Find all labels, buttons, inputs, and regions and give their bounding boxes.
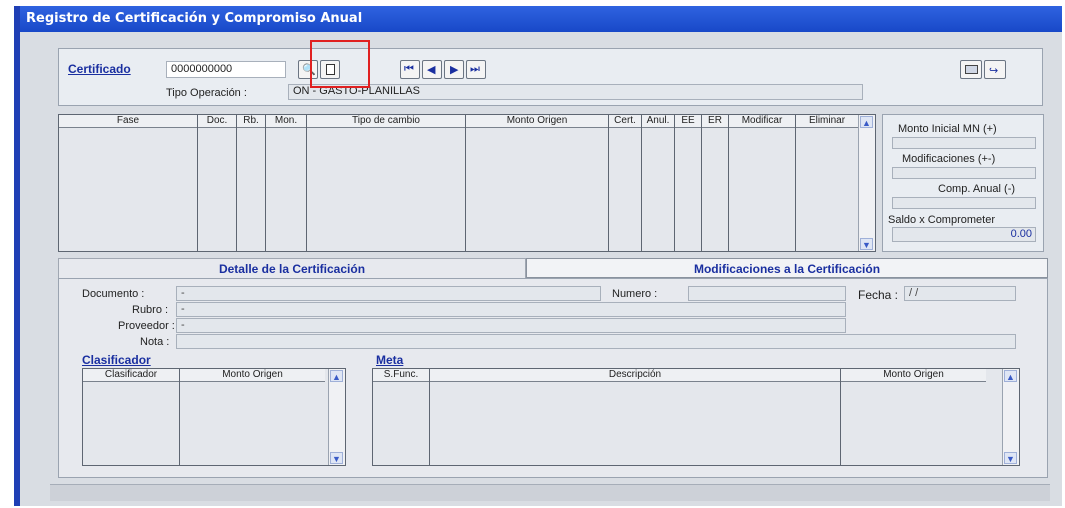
documento-label: Documento : [82, 288, 145, 300]
nota-label: Nota : [140, 336, 170, 348]
tipo-operacion-label: Tipo Operación : [166, 87, 247, 99]
last-record-icon: ⏭ [470, 63, 480, 75]
column-header: ER [702, 115, 728, 128]
rubro-field: - [176, 302, 846, 317]
column-header: Mon. [266, 115, 306, 128]
main-grid[interactable]: Fase Doc. Rb. Mon. Tipo de cambio Monto … [58, 114, 876, 252]
last-record-button[interactable]: ⏭ [466, 60, 486, 79]
column-header: S.Func. [373, 369, 429, 382]
meta-scrollbar[interactable]: ▲ ▼ [1002, 369, 1019, 465]
modificaciones-label: Modificaciones (+-) [902, 153, 996, 165]
clasificador-grid[interactable]: Clasificador Monto Origen ▲ ▼ [82, 368, 346, 466]
tab-modificaciones[interactable]: Modificaciones a la Certificación [526, 258, 1048, 278]
column-header: Monto Origen [841, 369, 986, 382]
certificado-link[interactable]: Certificado [68, 62, 131, 76]
column-header: Doc. [198, 115, 236, 128]
window-title: Registro de Certificación y Compromiso A… [26, 11, 363, 26]
saldo-field: 0.00 [892, 227, 1036, 242]
title-bar: Registro de Certificación y Compromiso A… [20, 6, 1062, 32]
rubro-label: Rubro : [132, 304, 169, 316]
comp-anual-label: Comp. Anual (-) [938, 183, 1016, 195]
comp-anual-field [892, 197, 1036, 209]
scroll-down-icon[interactable]: ▼ [330, 452, 343, 464]
monto-inicial-label: Monto Inicial MN (+) [898, 123, 997, 135]
meta-title[interactable]: Meta [376, 353, 403, 367]
column-header: EE [675, 115, 701, 128]
previous-record-button[interactable]: ◀ [422, 60, 442, 79]
meta-grid[interactable]: S.Func. Descripción Monto Origen ▲ ▼ [372, 368, 1020, 466]
column-header: Eliminar [796, 115, 858, 128]
numero-field [688, 286, 846, 301]
column-header: Monto Origen [180, 369, 325, 382]
scroll-down-icon[interactable]: ▼ [860, 238, 873, 250]
column-header: Cert. [609, 115, 641, 128]
column-header: Anul. [642, 115, 674, 128]
column-header: Tipo de cambio [307, 115, 465, 128]
monto-inicial-field [892, 137, 1036, 149]
numero-label: Numero : [612, 288, 658, 300]
report-icon [965, 65, 978, 74]
previous-record-icon: ◀ [427, 64, 436, 76]
next-record-icon: ▶ [450, 64, 459, 76]
documento-field: - [176, 286, 601, 301]
next-record-button[interactable]: ▶ [444, 60, 464, 79]
fecha-label: Fecha : [858, 288, 899, 302]
first-record-button[interactable]: ⏮ [400, 60, 420, 79]
scroll-down-icon[interactable]: ▼ [1004, 452, 1017, 464]
exit-icon: ↪ [989, 65, 999, 77]
scroll-up-icon[interactable]: ▲ [1004, 370, 1017, 382]
main-grid-scrollbar[interactable]: ▲ ▼ [858, 115, 875, 251]
tipo-operacion-field: ON - GASTO-PLANILLAS [288, 84, 863, 100]
tab-detalle[interactable]: Detalle de la Certificación [58, 258, 526, 278]
first-record-icon: ⏮ [404, 63, 414, 75]
proveedor-label: Proveedor : [118, 320, 175, 332]
proveedor-field: - [176, 318, 846, 333]
status-bar [50, 484, 1050, 501]
tab-strip: Detalle de la Certificación Modificacion… [58, 258, 1048, 278]
app-window: Registro de Certificación y Compromiso A… [14, 6, 1062, 506]
column-header: Descripción [430, 369, 840, 382]
scroll-up-icon[interactable]: ▲ [330, 370, 343, 382]
column-header: Modificar [729, 115, 795, 128]
fecha-field[interactable]: / / [904, 286, 1016, 301]
clasificador-scrollbar[interactable]: ▲ ▼ [328, 369, 345, 465]
modificaciones-field [892, 167, 1036, 179]
highlight-box [310, 40, 370, 88]
exit-button[interactable]: ↪ [984, 60, 1006, 79]
saldo-label: Saldo x Comprometer [888, 214, 995, 226]
report-button[interactable] [960, 60, 982, 79]
scroll-up-icon[interactable]: ▲ [860, 116, 873, 128]
column-header: Fase [59, 115, 197, 128]
column-header: Clasificador [83, 369, 179, 382]
column-header: Rb. [237, 115, 265, 128]
column-header: Monto Origen [466, 115, 608, 128]
nota-field [176, 334, 1016, 349]
certificado-input[interactable]: 0000000000 [166, 61, 286, 78]
clasificador-title[interactable]: Clasificador [82, 353, 151, 367]
